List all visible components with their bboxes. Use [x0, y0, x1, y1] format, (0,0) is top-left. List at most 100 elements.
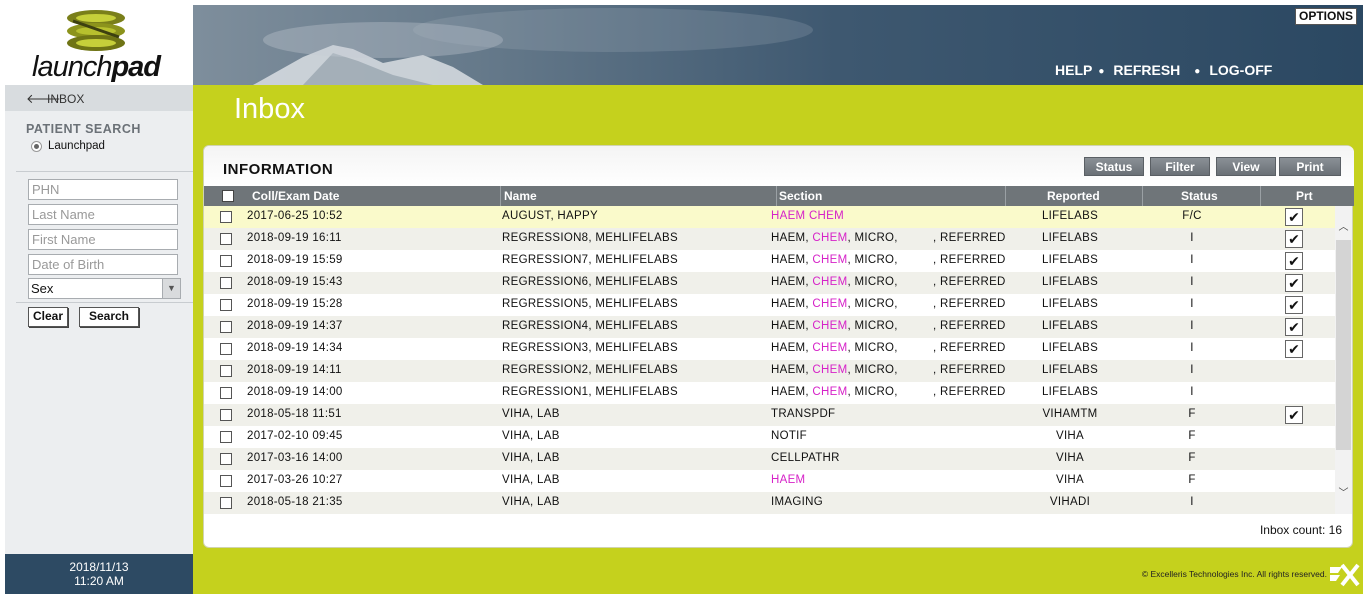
row-date: 2017-06-25 10:52 — [247, 210, 343, 222]
refresh-link[interactable]: REFRESH — [1113, 62, 1180, 78]
row-checkbox[interactable] — [220, 409, 232, 421]
col-prt[interactable]: Prt — [1296, 189, 1313, 203]
col-section[interactable]: Section — [779, 189, 822, 203]
chevron-up-icon[interactable]: ︿ — [1335, 218, 1352, 233]
row-checkbox[interactable] — [220, 211, 232, 223]
table-row[interactable]: 2018-09-19 15:43 REGRESSION6, MEHLIFELABS… — [204, 272, 1335, 294]
print-checkmark-icon[interactable]: ✔ — [1285, 274, 1303, 292]
print-checkmark-icon[interactable]: ✔ — [1285, 406, 1303, 424]
print-checkmark-icon[interactable]: ✔ — [1285, 318, 1303, 336]
row-checkbox[interactable] — [220, 321, 232, 333]
row-checkbox[interactable] — [220, 277, 232, 289]
table-row[interactable]: 2017-02-10 09:45 VIHA, LAB NOTIF VIHA F — [204, 426, 1335, 448]
phn-field[interactable]: PHN — [28, 179, 178, 200]
row-date: 2018-09-19 16:11 — [247, 232, 342, 244]
row-status: F — [1188, 408, 1196, 420]
row-reported: VIHADI — [1049, 496, 1091, 508]
row-reported: LIFELABS — [1041, 276, 1099, 288]
row-reported: VIHA — [1055, 452, 1085, 464]
row-section: HAEM, CHEM, MICRO, — [771, 276, 898, 288]
table-row[interactable]: 2018-09-19 15:59 REGRESSION7, MEHLIFELABS… — [204, 250, 1335, 272]
section-part: , MICRO, — [847, 386, 898, 398]
copyright-text: © Excelleris Technologies Inc. All right… — [1141, 569, 1327, 579]
col-name[interactable]: Name — [504, 189, 537, 203]
row-name: REGRESSION7, MEHLIFELABS — [502, 254, 678, 266]
launchpad-radio[interactable] — [31, 141, 42, 152]
select-all-checkbox[interactable] — [222, 190, 234, 202]
row-checkbox[interactable] — [220, 475, 232, 487]
divider — [16, 302, 193, 303]
row-status: I — [1190, 254, 1194, 266]
table-header: Coll/Exam Date Name Section Reported Sta… — [204, 186, 1354, 206]
table-row[interactable]: 2018-09-19 14:37 REGRESSION4, MEHLIFELABS… — [204, 316, 1335, 338]
table-row[interactable]: 2017-03-26 10:27 VIHA, LAB HAEM VIHA F — [204, 470, 1335, 492]
table-row[interactable]: 2018-05-18 21:35 VIHA, LAB IMAGING VIHADI I — [204, 492, 1335, 514]
row-checkbox[interactable] — [220, 233, 232, 245]
print-button[interactable]: Print — [1279, 157, 1341, 176]
status-button[interactable]: Status — [1084, 157, 1144, 176]
help-link[interactable]: HELP — [1055, 62, 1092, 78]
col-date[interactable]: Coll/Exam Date — [252, 189, 339, 203]
page-title: Inbox — [234, 93, 305, 125]
table-row[interactable]: 2018-05-18 11:51 VIHA, LAB TRANSPDF VIHAMTM… — [204, 404, 1335, 426]
clear-button[interactable]: Clear — [28, 307, 68, 327]
logoff-link[interactable]: LOG-OFF — [1209, 62, 1272, 78]
first-name-field[interactable]: First Name — [28, 229, 178, 250]
row-name: VIHA, LAB — [502, 474, 560, 486]
row-date: 2017-02-10 09:45 — [247, 430, 343, 442]
search-button[interactable]: Search — [79, 307, 139, 327]
row-checkbox[interactable] — [220, 387, 232, 399]
sex-select[interactable]: Sex ▼ — [28, 278, 181, 299]
footer: © Excelleris Technologies Inc. All right… — [193, 554, 1363, 594]
section-part: HAEM, — [771, 320, 809, 332]
row-status: I — [1190, 298, 1194, 310]
print-checkmark-icon[interactable]: ✔ — [1285, 340, 1303, 358]
divider — [16, 171, 193, 172]
print-checkmark-icon[interactable]: ✔ — [1285, 252, 1303, 270]
filter-button[interactable]: Filter — [1150, 157, 1210, 176]
col-divider — [776, 186, 777, 206]
row-checkbox[interactable] — [220, 255, 232, 267]
print-checkmark-icon[interactable]: ✔ — [1285, 208, 1303, 226]
section-part-highlight: CHEM — [812, 232, 848, 244]
row-checkbox[interactable] — [220, 343, 232, 355]
print-checkmark-icon[interactable]: ✔ — [1285, 296, 1303, 314]
last-name-field[interactable]: Last Name — [28, 204, 178, 225]
chevron-down-icon[interactable]: ﹀ — [1335, 484, 1352, 499]
row-name: AUGUST, HAPPY — [502, 210, 598, 222]
section-part-highlight: CHEM — [812, 254, 848, 266]
col-status[interactable]: Status — [1181, 189, 1218, 203]
row-date: 2017-03-26 10:27 — [247, 474, 343, 486]
view-button[interactable]: View — [1216, 157, 1276, 176]
section-part: HAEM, — [771, 298, 809, 310]
section-part-highlight: HAEM — [771, 474, 806, 486]
app-frame: launchpad 🡐 INBOX PATIENT SEARCH Launchp… — [5, 5, 1363, 594]
section-part: , MICRO, — [847, 320, 898, 332]
row-checkbox[interactable] — [220, 365, 232, 377]
row-section-referred: , REFERRED — [933, 276, 1006, 288]
row-checkbox[interactable] — [220, 453, 232, 465]
row-reported: LIFELABS — [1041, 210, 1099, 222]
section-part: , MICRO, — [847, 342, 898, 354]
scrollbar[interactable]: ︿ ﹀ — [1335, 206, 1352, 514]
table-row[interactable]: 2018-09-19 14:34 REGRESSION3, MEHLIFELABS… — [204, 338, 1335, 360]
table-row[interactable]: 2017-06-25 10:52 AUGUST, HAPPY HAEM CHEM LI… — [204, 206, 1335, 228]
table-row[interactable]: 2018-09-19 15:28 REGRESSION5, MEHLIFELABS… — [204, 294, 1335, 316]
back-to-inbox[interactable]: 🡐 INBOX — [5, 85, 193, 111]
dob-field[interactable]: Date of Birth — [28, 254, 178, 275]
table-row[interactable]: 2017-03-16 14:00 VIHA, LAB CELLPATHR VIHA F — [204, 448, 1335, 470]
row-checkbox[interactable] — [220, 497, 232, 509]
table-row[interactable]: 2018-09-19 16:11 REGRESSION8, MEHLIFELABS… — [204, 228, 1335, 250]
table-row[interactable]: 2018-09-19 14:11 REGRESSION2, MEHLIFELABS… — [204, 360, 1335, 382]
options-button[interactable]: OPTIONS — [1294, 8, 1357, 25]
table-row[interactable]: 2018-09-19 14:00 REGRESSION1, MEHLIFELABS… — [204, 382, 1335, 404]
col-reported[interactable]: Reported — [1047, 189, 1100, 203]
chevron-down-icon[interactable]: ▼ — [162, 279, 180, 298]
row-checkbox[interactable] — [220, 299, 232, 311]
scrollbar-thumb[interactable] — [1336, 240, 1351, 450]
sex-select-value: Sex — [31, 281, 54, 296]
row-checkbox[interactable] — [220, 431, 232, 443]
row-name: REGRESSION4, MEHLIFELABS — [502, 320, 678, 332]
row-reported: VIHA — [1055, 430, 1085, 442]
print-checkmark-icon[interactable]: ✔ — [1285, 230, 1303, 248]
